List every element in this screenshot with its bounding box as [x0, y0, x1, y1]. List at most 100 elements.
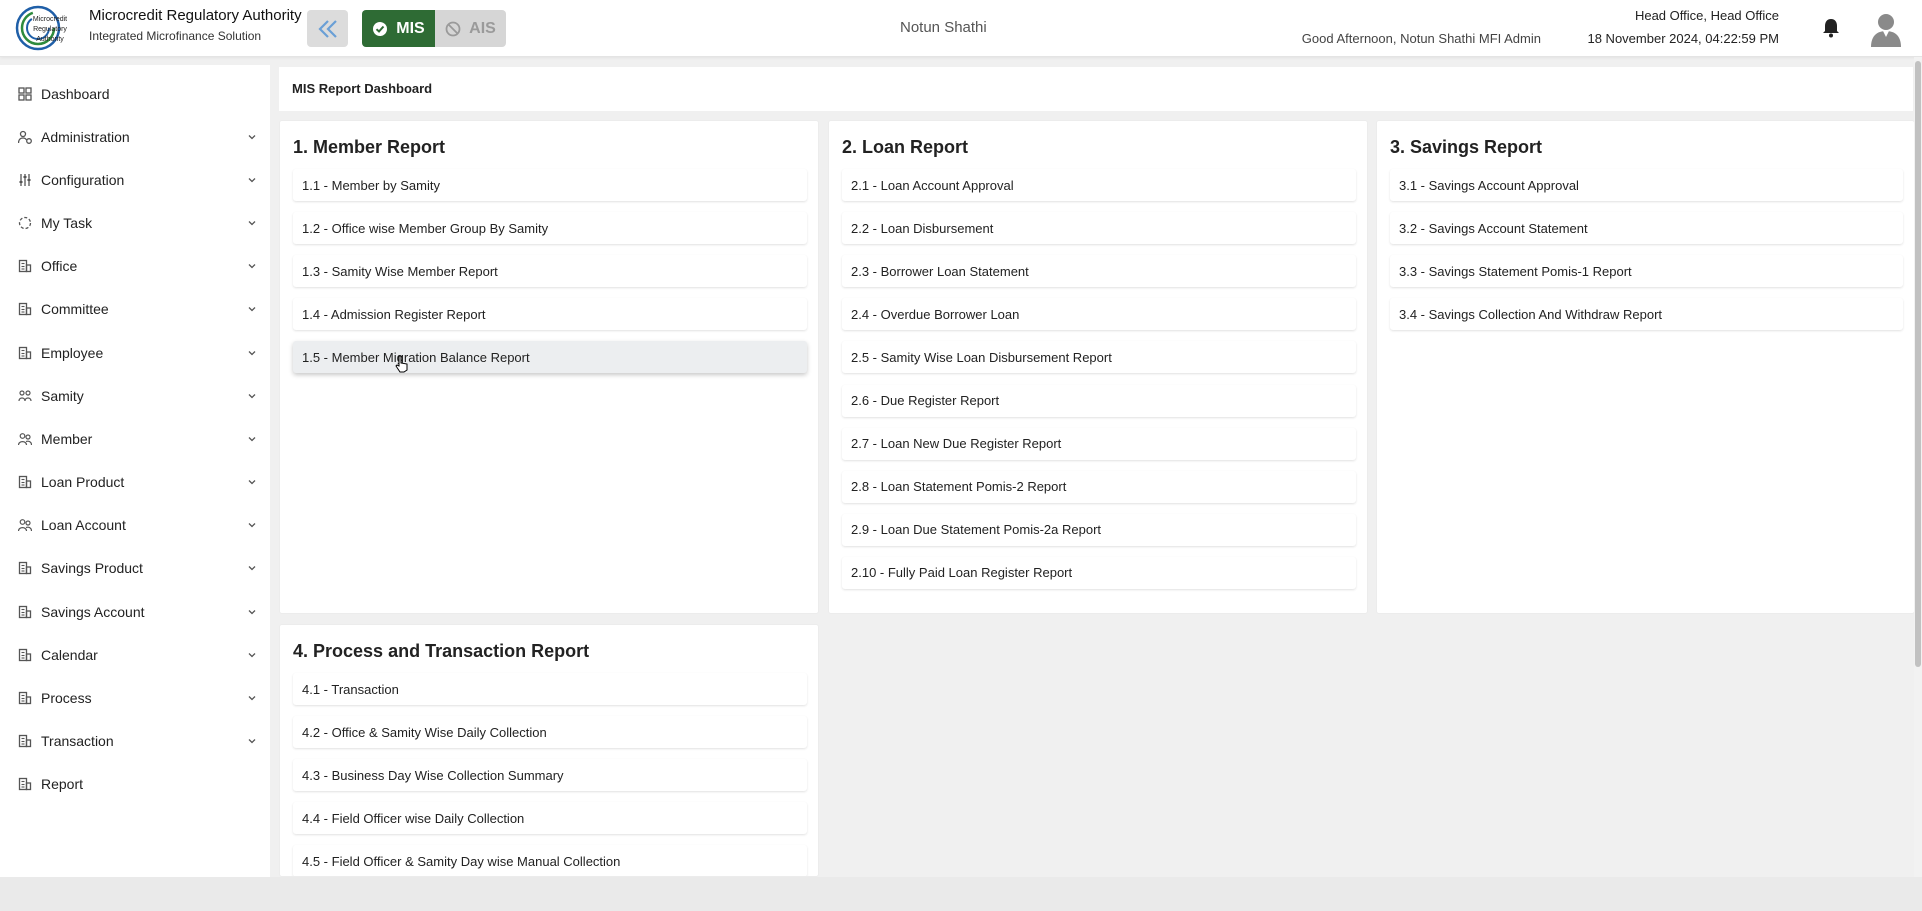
sidebar-item-label: Employee — [41, 345, 104, 361]
users-cog-icon — [18, 130, 32, 144]
scrollbar-thumb[interactable] — [1915, 61, 1921, 667]
sidebar-item-label: Member — [41, 431, 93, 447]
report-link[interactable]: 2.1 - Loan Account Approval — [842, 169, 1356, 201]
sidebar-item-process[interactable]: Process — [0, 681, 270, 715]
report-link[interactable]: 4.5 - Field Officer & Samity Day wise Ma… — [293, 845, 807, 876]
sidebar-item-label: Loan Account — [41, 517, 126, 533]
chevron-down-icon — [248, 523, 256, 528]
group-icon — [18, 390, 32, 402]
collapse-sidebar-button[interactable] — [307, 10, 348, 47]
mra-logo: Microcredit Regulatory Authority — [15, 5, 67, 51]
sidebar-item-label: Office — [41, 258, 78, 274]
sidebar-item-savings-product[interactable]: Savings Product — [0, 551, 270, 585]
report-link[interactable]: 2.3 - Borrower Loan Statement — [842, 255, 1356, 288]
report-link[interactable]: 2.10 - Fully Paid Loan Register Report — [842, 556, 1356, 589]
report-link[interactable]: 3.3 - Savings Statement Pomis-1 Report — [1390, 255, 1903, 288]
chevron-down-icon — [248, 264, 256, 269]
logo-text-2: Regulatory — [33, 26, 67, 33]
report-link[interactable]: 2.2 - Loan Disbursement — [842, 212, 1356, 245]
report-link[interactable]: 4.4 - Field Officer wise Daily Collectio… — [293, 802, 807, 835]
report-link[interactable]: 4.1 - Transaction — [293, 673, 807, 705]
report-link[interactable]: 1.2 - Office wise Member Group By Samity — [293, 212, 807, 245]
report-link[interactable]: 2.7 - Loan New Due Register Report — [842, 427, 1356, 460]
report-section-title: 4. Process and Transaction Report — [293, 641, 590, 661]
sidebar-item-member[interactable]: Member — [0, 422, 270, 456]
report-link[interactable]: 3.2 - Savings Account Statement — [1390, 212, 1903, 245]
chevron-down-icon — [248, 610, 256, 615]
sidebar-item-label: Transaction — [41, 733, 114, 749]
report-link[interactable]: 2.5 - Samity Wise Loan Disbursement Repo… — [842, 341, 1356, 374]
building-icon — [18, 561, 32, 575]
report-link[interactable]: 1.3 - Samity Wise Member Report — [293, 255, 807, 288]
sidebar-item-savings-account[interactable]: Savings Account — [0, 595, 270, 629]
sidebar-item-transaction[interactable]: Transaction — [0, 724, 270, 758]
report-link[interactable]: 2.8 - Loan Statement Pomis-2 Report — [842, 470, 1356, 503]
report-link[interactable]: 4.3 - Business Day Wise Collection Summa… — [293, 759, 807, 792]
sidebar-item-report[interactable]: Report — [0, 767, 270, 801]
sidebar-item-calendar[interactable]: Calendar — [0, 638, 270, 672]
circle-dashed-icon — [18, 216, 32, 230]
bottom-strip — [0, 877, 1922, 911]
people-icon — [18, 433, 32, 446]
building-icon — [18, 346, 32, 360]
sidebar-item-employee[interactable]: Employee — [0, 336, 270, 370]
report-section-card: 1. Member Report 1.1 - Member by Samity 1.… — [279, 120, 819, 614]
mode-switch: MIS AIS — [362, 10, 506, 47]
sidebar-item-label: Process — [41, 690, 92, 706]
sidebar-item-label: Samity — [41, 388, 84, 404]
sidebar-item-committee[interactable]: Committee — [0, 292, 270, 326]
page-title-bar: MIS Report Dashboard — [279, 67, 1913, 111]
sidebar-item-samity[interactable]: Samity — [0, 379, 270, 413]
sidebar-item-label: Savings Product — [41, 560, 143, 576]
sidebar: Dashboard Administration Configuration My T… — [0, 65, 270, 877]
bell-icon[interactable] — [1820, 17, 1842, 39]
report-link[interactable]: 4.2 - Office & Samity Wise Daily Collect… — [293, 716, 807, 749]
sidebar-item-label: My Task — [41, 215, 93, 231]
sidebar-item-configuration[interactable]: Configuration — [0, 163, 270, 197]
report-section-card: 3. Savings Report 3.1 - Savings Account A… — [1376, 120, 1915, 614]
building-icon — [18, 475, 32, 489]
report-link[interactable]: 3.4 - Savings Collection And Withdraw Re… — [1390, 298, 1903, 331]
sidebar-item-dashboard[interactable]: Dashboard — [0, 77, 270, 111]
report-section-title: 3. Savings Report — [1390, 137, 1543, 157]
brand-subtitle: Integrated Microfinance Solution — [89, 29, 262, 43]
report-link[interactable]: 2.4 - Overdue Borrower Loan — [842, 298, 1356, 331]
report-link[interactable]: 1.4 - Admission Register Report — [293, 298, 807, 331]
logo-text-1: Microcredit — [33, 16, 67, 23]
sidebar-item-label: Loan Product — [41, 474, 125, 490]
report-link[interactable]: 2.6 - Due Register Report — [842, 384, 1356, 417]
sidebar-item-label: Savings Account — [41, 604, 145, 620]
chevron-down-icon — [248, 437, 256, 442]
current-datetime: 18 November 2024, 04:22:59 PM — [1587, 31, 1779, 46]
report-section-title: 1. Member Report — [293, 137, 446, 157]
sidebar-item-office[interactable]: Office — [0, 249, 270, 283]
report-section-card: 4. Process and Transaction Report 4.1 - T… — [279, 624, 819, 877]
sidebar-item-loan-account[interactable]: Loan Account — [0, 508, 270, 542]
sidebar-item-label: Report — [41, 776, 84, 792]
chevron-down-icon — [248, 221, 256, 226]
chevron-down-icon — [248, 307, 256, 312]
chevron-down-icon — [248, 351, 256, 356]
report-link[interactable]: 1.5 - Member Migration Balance Report — [293, 341, 807, 374]
mis-toggle[interactable]: MIS — [362, 10, 435, 47]
building-icon — [18, 691, 32, 705]
report-link[interactable]: 2.9 - Loan Due Statement Pomis-2a Report — [842, 513, 1356, 546]
report-link[interactable]: 1.1 - Member by Samity — [293, 169, 807, 201]
chevron-down-icon — [248, 739, 256, 744]
vertical-scrollbar[interactable] — [1914, 57, 1922, 877]
building-icon — [18, 648, 32, 662]
chevron-down-icon — [248, 394, 256, 399]
brand-title: Microcredit Regulatory Authority — [89, 7, 302, 24]
report-link[interactable]: 3.1 - Savings Account Approval — [1390, 169, 1903, 201]
user-avatar-icon[interactable] — [1869, 11, 1903, 47]
sidebar-item-label: Administration — [41, 129, 130, 145]
ais-toggle[interactable]: AIS — [435, 10, 506, 47]
building-icon — [18, 777, 32, 791]
double-chevron-left-icon — [317, 19, 337, 38]
building-icon — [18, 605, 32, 619]
sidebar-item-loan-product[interactable]: Loan Product — [0, 465, 270, 499]
check-circle-icon — [373, 21, 388, 36]
sidebar-item-my-task[interactable]: My Task — [0, 206, 270, 240]
sidebar-item-label: Dashboard — [41, 86, 110, 102]
sidebar-item-administration[interactable]: Administration — [0, 120, 270, 154]
